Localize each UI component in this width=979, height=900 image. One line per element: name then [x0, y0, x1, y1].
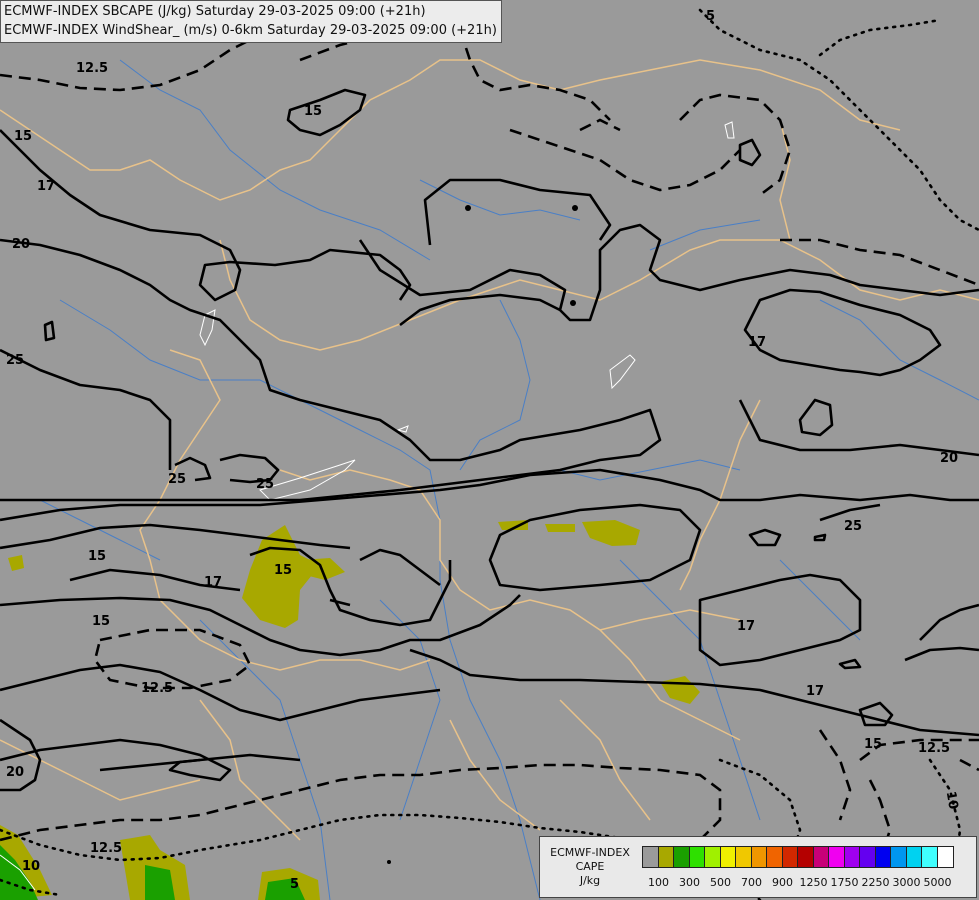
- weather-map: 12.5 15 15 17 20 25 25 25 17 20 25 15 17…: [0, 8, 979, 900]
- legend-swatch: [937, 847, 953, 867]
- contour-label: 25: [168, 472, 186, 487]
- legend-swatch: [751, 847, 767, 867]
- contour-label: 15: [14, 129, 32, 144]
- contour-label: 17: [737, 619, 755, 634]
- legend-tick-label: 5000: [923, 876, 952, 889]
- legend-tick-label: 500: [710, 876, 731, 889]
- legend-swatch: [906, 847, 922, 867]
- legend-swatch: [829, 847, 845, 867]
- contour-label: 20: [940, 451, 958, 466]
- legend-source: ECMWF-INDEX: [550, 846, 630, 859]
- contour-label: 15: [92, 614, 110, 629]
- legend-tick-label: 300: [679, 876, 700, 889]
- legend-swatch: [720, 847, 736, 867]
- legend-swatch: [782, 847, 798, 867]
- contour-label: 17: [806, 684, 824, 699]
- legend-swatch: [674, 847, 690, 867]
- legend-tick-label: 100: [648, 876, 669, 889]
- legend-swatch: [689, 847, 705, 867]
- legend-tick-label: 2250: [861, 876, 890, 889]
- legend-swatch: [891, 847, 907, 867]
- contour-label: 15: [274, 563, 292, 578]
- contour-label: 25: [256, 477, 274, 492]
- legend-tick-label: 1250: [799, 876, 828, 889]
- contour-label: 20: [12, 237, 30, 252]
- contour-label: 12.5: [76, 61, 108, 76]
- contour-label: 17: [204, 575, 222, 590]
- contour-label: 15: [864, 737, 882, 752]
- contour-label: 5: [290, 877, 299, 892]
- contour-label: 20: [6, 765, 24, 780]
- legend-swatch: [922, 847, 938, 867]
- contour-label: 25: [844, 519, 862, 534]
- legend-swatch: [643, 847, 659, 867]
- contour-label: 10: [943, 790, 961, 810]
- legend-tick-label: 900: [772, 876, 793, 889]
- map-title: ECMWF-INDEX SBCAPE (J/kg) Saturday 29-03…: [0, 0, 502, 43]
- legend-swatch: [875, 847, 891, 867]
- title-line-windshear: ECMWF-INDEX WindShear_ (m/s) 0-6km Satur…: [4, 23, 497, 38]
- legend-swatch: [813, 847, 829, 867]
- legend-swatch: [798, 847, 814, 867]
- legend-swatch: [705, 847, 721, 867]
- contour-label: 15: [88, 549, 106, 564]
- contour-label: 15: [304, 104, 322, 119]
- contour-label: 10: [22, 859, 40, 874]
- legend-swatch: [767, 847, 783, 867]
- contour-label: 17: [748, 335, 766, 350]
- contour-label: 17: [37, 179, 55, 194]
- legend-swatch: [860, 847, 876, 867]
- title-line-cape: ECMWF-INDEX SBCAPE (J/kg) Saturday 29-03…: [4, 4, 426, 19]
- legend-tick-label: 3000: [892, 876, 921, 889]
- contour-label: 5: [706, 9, 715, 24]
- shear-contours-dashed: [0, 18, 979, 861]
- legend-swatch: [658, 847, 674, 867]
- contour-label: 12.5: [90, 841, 122, 856]
- contour-label: 25: [6, 353, 24, 368]
- legend-swatch: [844, 847, 860, 867]
- legend-variable: CAPE: [575, 860, 605, 873]
- cape-legend: ECMWF-INDEX CAPE J/kg 100 300 500 700 900 125…: [539, 836, 977, 898]
- legend-tick-label: 1750: [830, 876, 859, 889]
- legend-tick-label: 700: [741, 876, 762, 889]
- legend-unit: J/kg: [579, 874, 601, 887]
- contour-label: 12.5: [141, 681, 173, 696]
- legend-swatch: [736, 847, 752, 867]
- contour-label: 12.5: [918, 741, 950, 756]
- legend-color-scale: [642, 846, 954, 868]
- legend-label: ECMWF-INDEX CAPE J/kg: [544, 846, 636, 888]
